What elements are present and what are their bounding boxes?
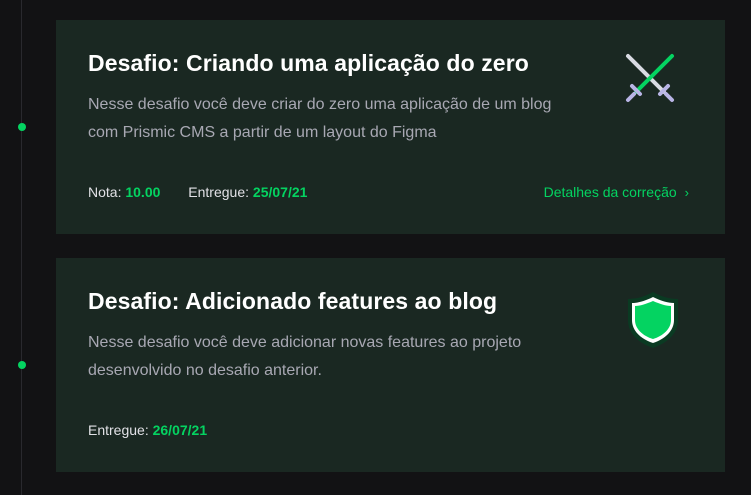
delivered-value: 26/07/21 [152,422,208,438]
challenge-card: Desafio: Adicionado features ao blog Nes… [56,258,725,472]
challenge-description: Nesse desafio você deve adicionar novas … [88,334,522,379]
shield-icon [628,292,678,348]
challenge-meta: Entregue: 26/07/21 [88,422,231,438]
grade-label: Nota: [88,184,122,200]
timeline-line [21,0,22,495]
challenge-card: Desafio: Criando uma aplicação do zero N… [56,20,725,234]
chevron-right-icon: › [684,185,689,200]
challenge-title: Desafio: Criando uma aplicação do zero [88,50,529,76]
grade-value: 10.00 [125,184,161,200]
details-link[interactable]: Detalhes da correção › [544,184,689,200]
timeline-dot [18,123,26,131]
challenge-meta: Nota: 10.00 Entregue: 25/07/21 [88,184,331,200]
delivered: Entregue: 26/07/21 [88,422,207,438]
delivered-label: Entregue: [88,422,149,438]
challenge-description: Nesse desafio você deve criar do zero um… [88,96,552,141]
delivered: Entregue: 25/07/21 [188,184,307,200]
delivered-label: Entregue: [188,184,250,200]
grade: Nota: 10.00 [88,184,164,200]
challenge-title: Desafio: Adicionado features ao blog [88,288,498,314]
timeline-dot [18,361,26,369]
delivered-value: 25/07/21 [252,184,308,200]
details-link-label: Detalhes da correção [543,184,677,200]
crossed-swords-icon [626,54,674,102]
